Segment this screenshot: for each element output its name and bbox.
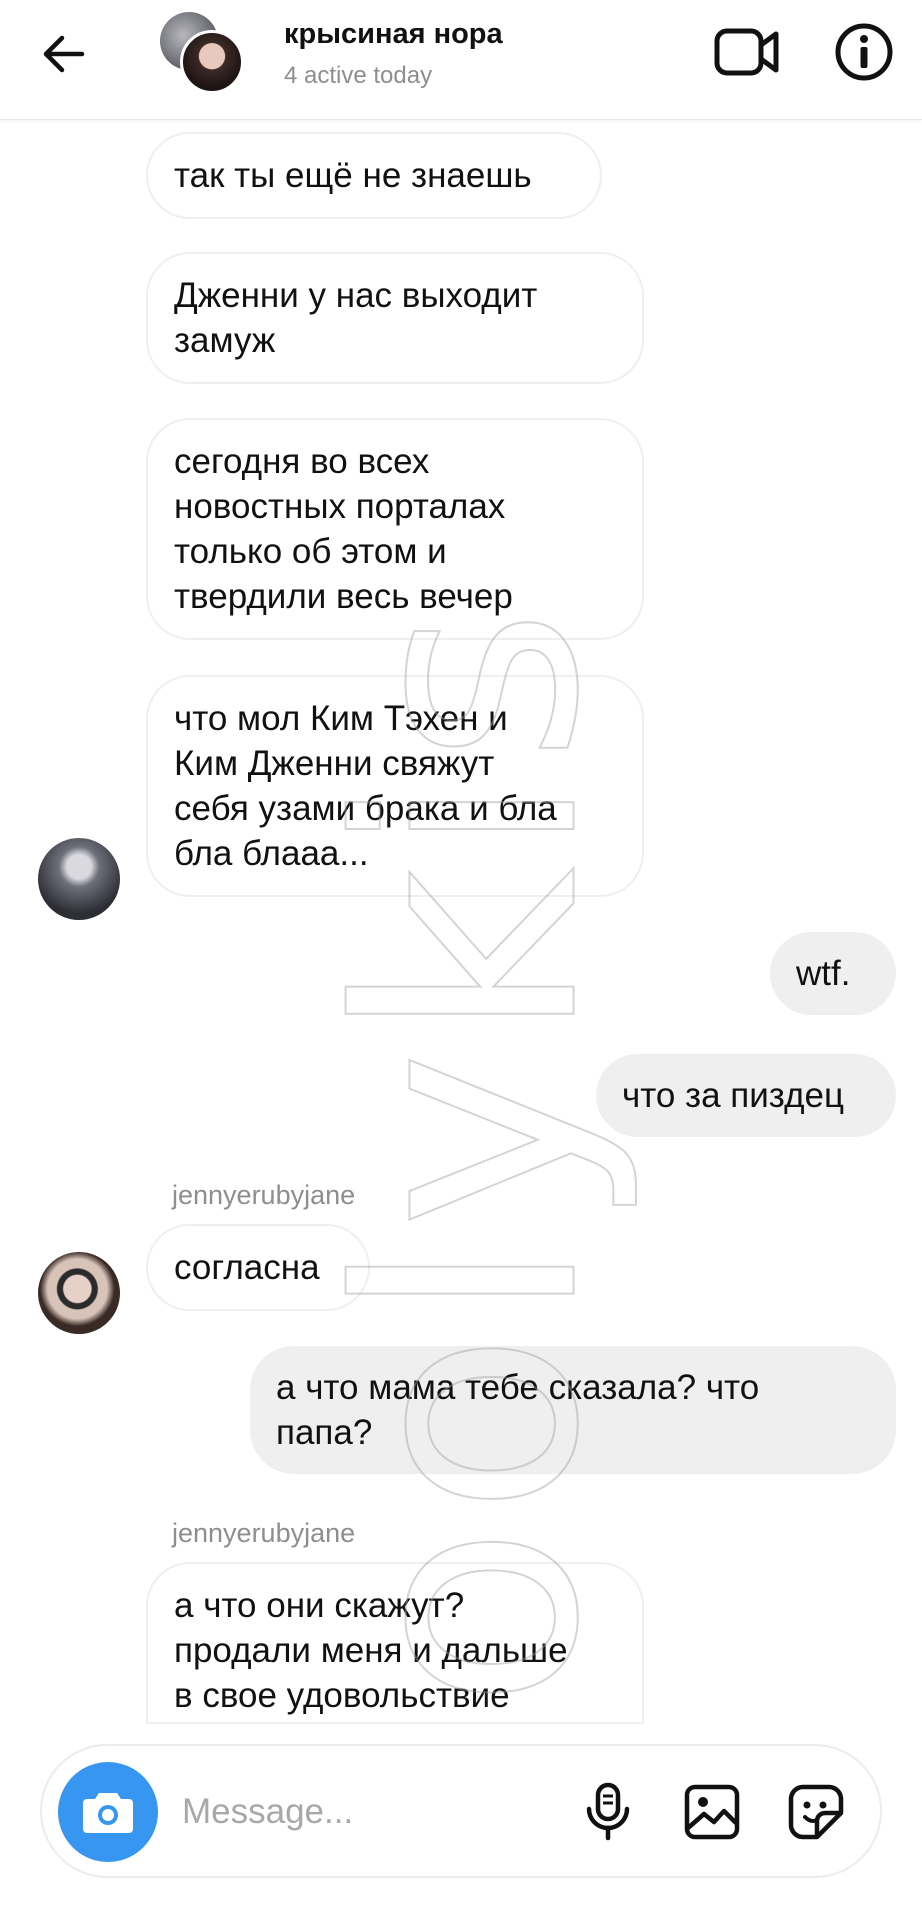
message-bubble[interactable]: сегодня во всех новостных порталах тольк…: [146, 418, 644, 640]
sticker-button[interactable]: [780, 1776, 852, 1848]
arrow-left-icon: [43, 35, 85, 73]
message-bubble-outgoing[interactable]: wtf.: [770, 932, 896, 1015]
sticker-icon: [788, 1784, 844, 1840]
chat-title[interactable]: крысиная нора: [284, 18, 503, 51]
voice-message-button[interactable]: [572, 1776, 644, 1848]
message-bubble[interactable]: так ты ещё не знаешь: [146, 132, 602, 219]
message-composer: [40, 1744, 882, 1878]
back-button[interactable]: [36, 22, 92, 86]
info-icon: [835, 23, 893, 81]
active-status: 4 active today: [284, 62, 433, 89]
group-avatar[interactable]: [160, 12, 244, 96]
video-camera-icon: [714, 28, 779, 76]
info-button[interactable]: [832, 20, 896, 84]
camera-button[interactable]: [58, 1762, 158, 1862]
message-bubble[interactable]: согласна: [146, 1224, 370, 1311]
message-bubble[interactable]: что мол Ким Тэхен и Ким Дженни свяжут се…: [146, 675, 644, 897]
message-input[interactable]: [182, 1776, 582, 1848]
sender-avatar[interactable]: [38, 1252, 120, 1334]
camera-icon: [83, 1793, 133, 1833]
chat-header: крысиная нора 4 active today: [0, 0, 922, 120]
message-bubble-outgoing[interactable]: а что мама тебе сказала? что папа?: [250, 1346, 896, 1474]
sender-avatar[interactable]: [38, 838, 120, 920]
sender-name: jennyerubyjane: [172, 1180, 356, 1210]
sender-name: jennyerubyjane: [172, 1518, 356, 1548]
message-bubble[interactable]: Дженни у нас выходит замуж: [146, 252, 644, 384]
video-call-button[interactable]: [712, 20, 782, 84]
group-avatar-front: [180, 30, 244, 94]
message-bubble-outgoing[interactable]: что за пиздец: [596, 1054, 896, 1137]
image-icon: [684, 1784, 740, 1840]
message-bubble[interactable]: а что они скажут? продали меня и дальше …: [146, 1562, 644, 1724]
microphone-icon: [586, 1782, 630, 1841]
gallery-button[interactable]: [676, 1776, 748, 1848]
